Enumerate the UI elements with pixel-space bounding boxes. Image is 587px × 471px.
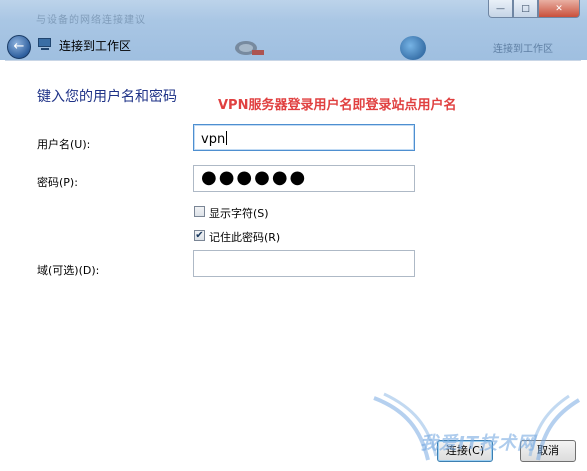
- ghost-title-text: 与设备的网络连接建议: [36, 15, 146, 26]
- password-field[interactable]: ●●●●●●: [193, 165, 415, 192]
- back-arrow-icon[interactable]: ←: [7, 35, 31, 59]
- text-caret: [226, 131, 228, 145]
- annotation-text: VPN服务器登录用户名即登录站点用户名: [218, 98, 457, 113]
- password-mask: ●●●●●●: [201, 167, 308, 188]
- username-label: 用户名(U):: [37, 138, 91, 151]
- domain-label: 域(可选)(D):: [37, 264, 100, 277]
- network-wizard-icon: [38, 38, 52, 51]
- globe-icon: [400, 36, 426, 60]
- username-field[interactable]: vpn: [193, 124, 415, 151]
- title-bar: 与设备的网络连接建议 — □ ✕ ← 连接到工作区 连接到工作区: [0, 0, 587, 60]
- show-chars-label[interactable]: 显示字符(S): [209, 205, 269, 221]
- username-value: vpn: [201, 132, 226, 147]
- maximize-button[interactable]: □: [513, 0, 538, 18]
- remember-password-label[interactable]: 记住此密码(R): [209, 229, 280, 245]
- password-label: 密码(P):: [37, 176, 78, 189]
- close-button[interactable]: ✕: [538, 0, 580, 18]
- window-controls: — □ ✕: [488, 0, 580, 18]
- wizard-heading: 连接到工作区: [59, 39, 132, 53]
- minimize-button[interactable]: —: [488, 0, 513, 18]
- section-title: 键入您的用户名和密码: [37, 89, 177, 105]
- show-chars-checkbox[interactable]: [194, 206, 205, 217]
- watermark-text: 我爱IT技术网: [420, 433, 536, 454]
- satellite-dish-icon: [235, 41, 264, 55]
- remember-password-checkbox[interactable]: ✔: [194, 230, 205, 241]
- ghost-right-text: 连接到工作区: [493, 44, 553, 55]
- checkmark-icon: ✔: [195, 230, 204, 241]
- domain-field[interactable]: [193, 250, 415, 277]
